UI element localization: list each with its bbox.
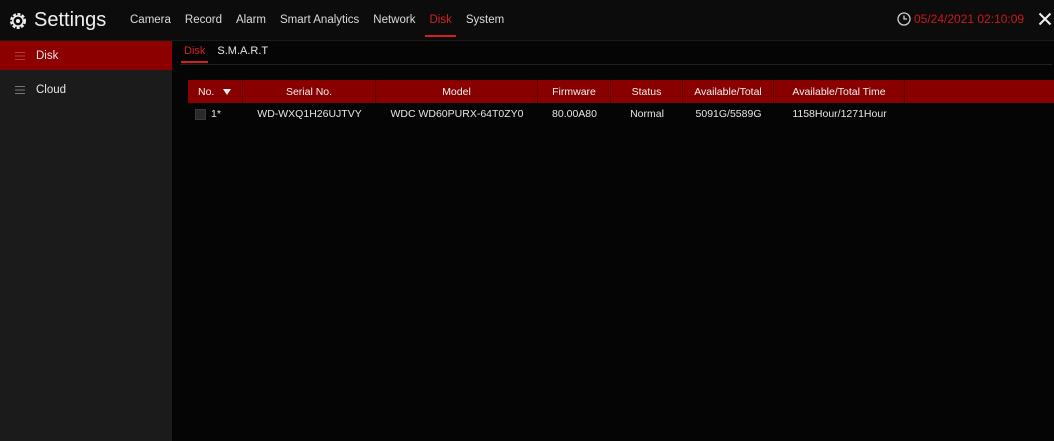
close-icon[interactable]: [1036, 9, 1054, 29]
app-title: Settings: [34, 9, 107, 31]
clock: 05/24/2021 02:10:09: [897, 12, 1024, 26]
clock-datetime: 05/24/2021 02:10:09: [914, 12, 1025, 26]
column-header-model: Model: [376, 80, 538, 103]
menu-system[interactable]: System: [466, 0, 504, 40]
list-icon: [15, 85, 27, 94]
column-header-label: No.: [198, 85, 215, 98]
sidebar-item-cloud[interactable]: Cloud: [0, 75, 172, 104]
menu-disk[interactable]: Disk: [425, 0, 457, 40]
menu-camera[interactable]: Camera: [130, 0, 171, 40]
cell-status: Normal: [630, 108, 664, 120]
row-number: 1*: [211, 108, 221, 120]
row-checkbox[interactable]: [195, 108, 206, 120]
cell-serial: WD-WXQ1H26UJTVY: [257, 108, 362, 120]
disk-table: No. Serial No. Model Firmware Status Ava…: [188, 80, 1054, 125]
cell-extra: [905, 103, 1054, 125]
top-bar: Settings Camera Record Alarm Smart Analy…: [0, 0, 1054, 41]
gear-icon: [9, 12, 27, 30]
main-panel: Disk S.M.A.R.T No. Serial No. Model Firm…: [172, 41, 1054, 441]
cell-available-total-time: 1158Hour/1271Hour: [792, 108, 887, 120]
sidebar: Disk Cloud: [0, 41, 172, 441]
column-header-available-total: Available/Total: [683, 80, 774, 103]
column-header-available-total-time: Available/Total Time: [774, 80, 905, 103]
table-header: No. Serial No. Model Firmware Status Ava…: [188, 80, 1054, 103]
menu-record[interactable]: Record: [185, 0, 222, 40]
tab-disk[interactable]: Disk: [180, 41, 209, 63]
sub-tabs: Disk S.M.A.R.T: [180, 41, 280, 63]
cell-firmware: 80.00A80: [552, 108, 597, 120]
table-row[interactable]: 1* WD-WXQ1H26UJTVY WDC WD60PURX-64T0ZY0 …: [188, 103, 1054, 125]
tab-smart[interactable]: S.M.A.R.T: [217, 41, 268, 63]
column-header-no[interactable]: No.: [188, 80, 243, 103]
triangle-down-icon[interactable]: [223, 88, 232, 95]
sidebar-item-label: Disk: [36, 49, 59, 62]
cell-available-total: 5091G/5589G: [695, 108, 762, 120]
cell-no: 1*: [188, 103, 243, 125]
menu-smart-analytics[interactable]: Smart Analytics: [280, 0, 359, 40]
tab-divider: [180, 64, 1052, 65]
clock-icon: [897, 12, 911, 26]
sidebar-item-label: Cloud: [36, 83, 67, 96]
menu-network[interactable]: Network: [373, 0, 415, 40]
column-header-firmware: Firmware: [538, 80, 611, 103]
sidebar-item-disk[interactable]: Disk: [0, 41, 172, 70]
column-header-empty: [905, 80, 1054, 103]
list-icon: [15, 51, 27, 60]
main-menu: Camera Record Alarm Smart Analytics Netw…: [130, 0, 518, 40]
cell-model: WDC WD60PURX-64T0ZY0: [390, 108, 524, 120]
column-header-status: Status: [611, 80, 683, 103]
column-header-serial: Serial No.: [243, 80, 376, 103]
menu-alarm[interactable]: Alarm: [236, 0, 266, 40]
